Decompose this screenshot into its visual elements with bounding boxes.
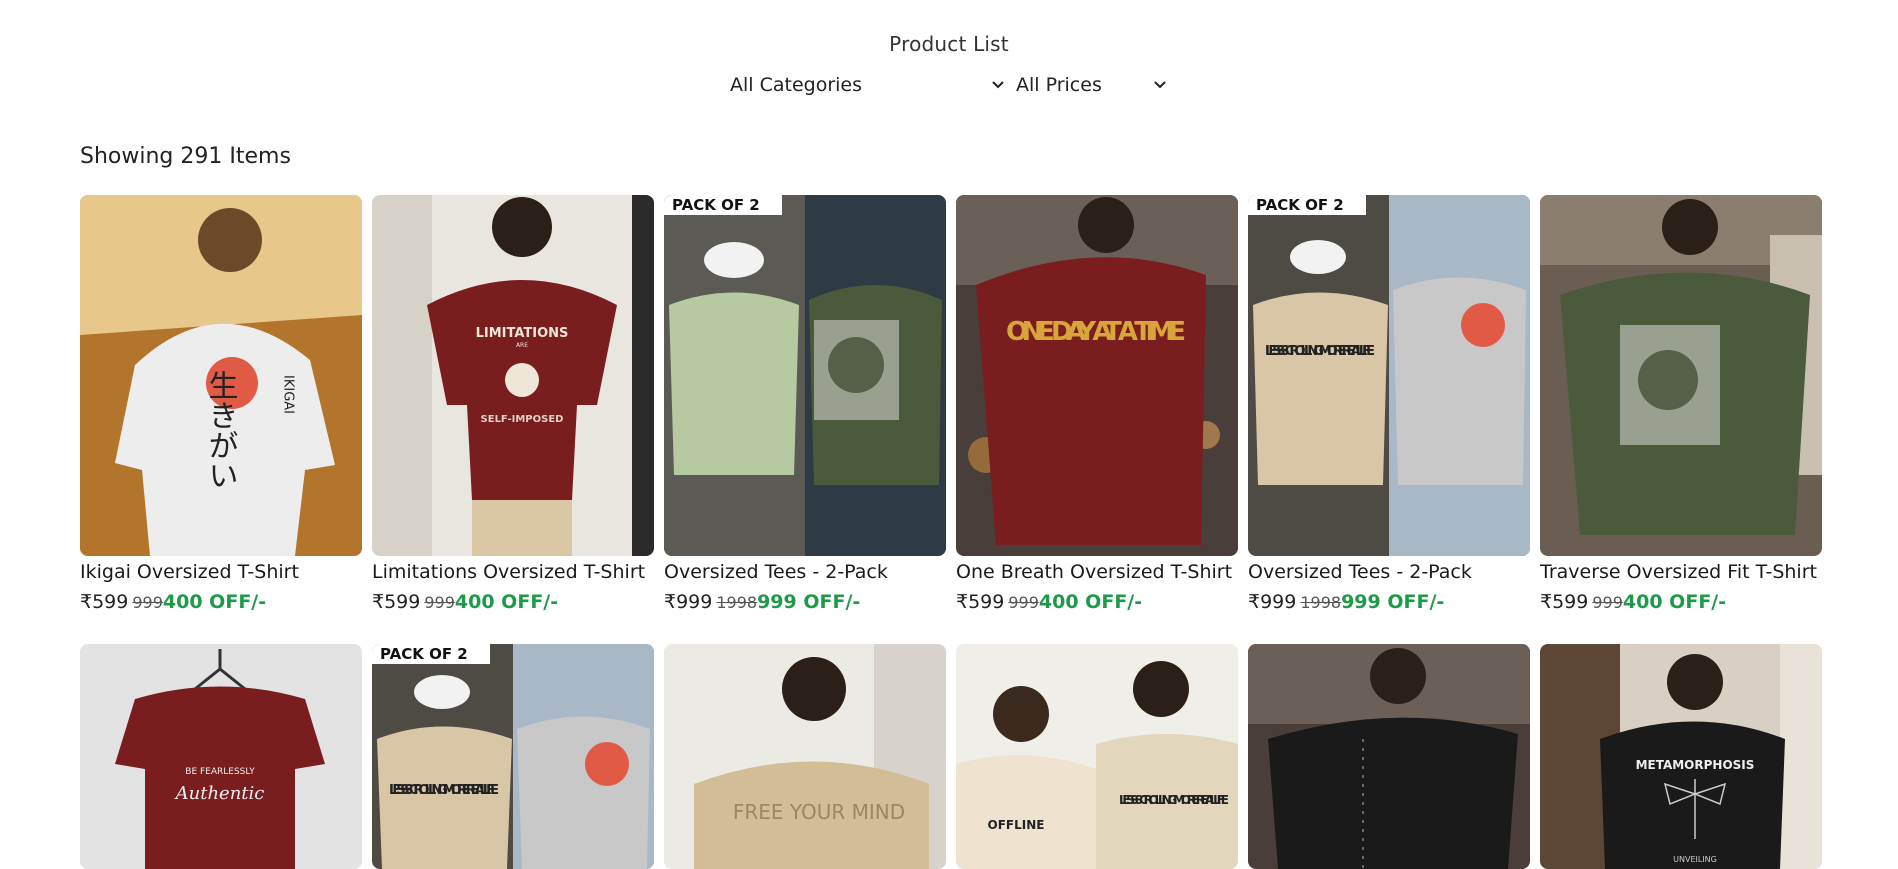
less-scrolling-text: LESS SCROLLING MORE REAL LIFE <box>389 783 499 798</box>
pack-label: PACK OF 2 <box>1256 196 1344 214</box>
product-card[interactable] <box>1248 644 1530 869</box>
price-select[interactable]: All Prices <box>1016 70 1168 100</box>
product-image[interactable]: LESS SCROLLING MORE REAL LIFE PACK OF 2 <box>372 644 654 869</box>
chevron-down-icon <box>990 77 1006 93</box>
product-name[interactable]: One Breath Oversized T-Shirt <box>956 560 1238 584</box>
offline-text: OFFLINE <box>988 818 1045 832</box>
unveiling-text: UNVEILING <box>1673 855 1717 864</box>
product-image[interactable]: LESS SCROLLING MORE REAL LIFE PACK OF 2 <box>1248 195 1530 556</box>
product-image[interactable]: FREE YOUR MIND <box>664 644 946 869</box>
one-day-text: ONE DAY AT A TIME <box>1006 317 1186 347</box>
product-card[interactable]: PACK OF 2 Oversized Tees - 2-Pack ₹999 19… <box>664 195 946 615</box>
price: ₹599 <box>80 591 129 613</box>
price-select-label: All Prices <box>1016 74 1102 96</box>
product-image[interactable] <box>1248 644 1530 869</box>
product-card[interactable]: LESS SCROLLING MORE REAL LIFE PACK OF 2 <box>372 644 654 869</box>
category-select-label: All Categories <box>730 74 863 96</box>
discount: 400 OFF/- <box>162 591 267 613</box>
price: ₹599 <box>956 591 1005 613</box>
product-card[interactable]: OFFLINE LESS SCROLLING MORE REAL LIFE <box>956 644 1238 869</box>
product-price: ₹999 1998999 OFF/- <box>664 590 946 615</box>
mrp: 1998 <box>1300 593 1342 612</box>
product-image[interactable]: ONE DAY AT A TIME <box>956 195 1238 556</box>
product-card[interactable]: 生きがい IKIGAI Ikigai Oversized T-Shirt ₹59… <box>80 195 362 615</box>
mrp: 999 <box>1592 593 1623 612</box>
discount: 400 OFF/- <box>454 591 559 613</box>
page-title: Product List <box>889 32 1009 56</box>
mrp: 999 <box>1008 593 1039 612</box>
chevron-down-icon <box>1152 77 1168 93</box>
limitations-text: LIMITATIONS <box>476 326 569 341</box>
product-name[interactable]: Oversized Tees - 2-Pack <box>664 560 946 584</box>
mrp: 999 <box>424 593 455 612</box>
mrp: 999 <box>132 593 163 612</box>
results-count: Showing 291 Items <box>80 144 291 169</box>
product-price: ₹999 1998999 OFF/- <box>1248 590 1530 615</box>
price: ₹599 <box>372 591 421 613</box>
product-card[interactable]: ONE DAY AT A TIME One Breath Oversized T… <box>956 195 1238 615</box>
product-image[interactable] <box>1540 195 1822 556</box>
product-name[interactable]: Limitations Oversized T-Shirt <box>372 560 654 584</box>
product-image[interactable]: BE FEARLESSLY Authentic <box>80 644 362 869</box>
price: ₹599 <box>1540 591 1589 613</box>
product-price: ₹599 999400 OFF/- <box>372 590 654 615</box>
less-scrolling-text: LESS SCROLLING MORE REAL LIFE <box>1265 344 1375 359</box>
product-card[interactable]: BE FEARLESSLY Authentic <box>80 644 362 869</box>
product-image[interactable]: METAMORPHOSIS UNVEILING <box>1540 644 1822 869</box>
less-scrolling-text: LESS SCROLLING MORE REAL LIFE <box>1119 793 1229 807</box>
ikigai-vertical-text: IKIGAI <box>281 375 296 414</box>
free-your-mind-text: FREE YOUR MIND <box>733 800 905 824</box>
discount: 999 OFF/- <box>757 591 861 613</box>
metamorphosis-text: METAMORPHOSIS <box>1636 758 1755 772</box>
price: ₹999 <box>1248 591 1297 613</box>
product-name[interactable]: Traverse Oversized Fit T-Shirt <box>1540 560 1822 584</box>
product-name[interactable]: Oversized Tees - 2-Pack <box>1248 560 1530 584</box>
product-image[interactable]: PACK OF 2 <box>664 195 946 556</box>
product-card[interactable]: LESS SCROLLING MORE REAL LIFE PACK OF 2 … <box>1248 195 1530 615</box>
product-name[interactable]: Ikigai Oversized T-Shirt <box>80 560 362 584</box>
discount: 400 OFF/- <box>1038 591 1143 613</box>
product-card[interactable]: Traverse Oversized Fit T-Shirt ₹599 99940… <box>1540 195 1822 615</box>
discount: 999 OFF/- <box>1341 591 1445 613</box>
ikigai-jp-text: 生きがい <box>203 370 238 490</box>
mrp: 1998 <box>716 593 758 612</box>
product-card[interactable]: METAMORPHOSIS UNVEILING <box>1540 644 1822 869</box>
product-image[interactable]: LIMITATIONS ARE SELF-IMPOSED <box>372 195 654 556</box>
product-price: ₹599 999400 OFF/- <box>80 590 362 615</box>
discount: 400 OFF/- <box>1622 591 1727 613</box>
authentic-text: Authentic <box>174 783 265 804</box>
filter-bar: All Categories All Prices <box>730 70 1168 100</box>
self-imposed-text: SELF-IMPOSED <box>481 414 564 425</box>
product-image[interactable]: OFFLINE LESS SCROLLING MORE REAL LIFE <box>956 644 1238 869</box>
product-card[interactable]: LIMITATIONS ARE SELF-IMPOSED Limitations… <box>372 195 654 615</box>
pack-label: PACK OF 2 <box>672 196 760 214</box>
price: ₹999 <box>664 591 713 613</box>
product-image[interactable]: 生きがい IKIGAI <box>80 195 362 556</box>
product-price: ₹599 999400 OFF/- <box>1540 590 1822 615</box>
product-card[interactable]: FREE YOUR MIND <box>664 644 946 869</box>
pack-label: PACK OF 2 <box>380 645 468 663</box>
category-select[interactable]: All Categories <box>730 70 1006 100</box>
be-fearlessly-text: BE FEARLESSLY <box>185 767 255 777</box>
product-price: ₹599 999400 OFF/- <box>956 590 1238 615</box>
are-text: ARE <box>516 342 528 349</box>
